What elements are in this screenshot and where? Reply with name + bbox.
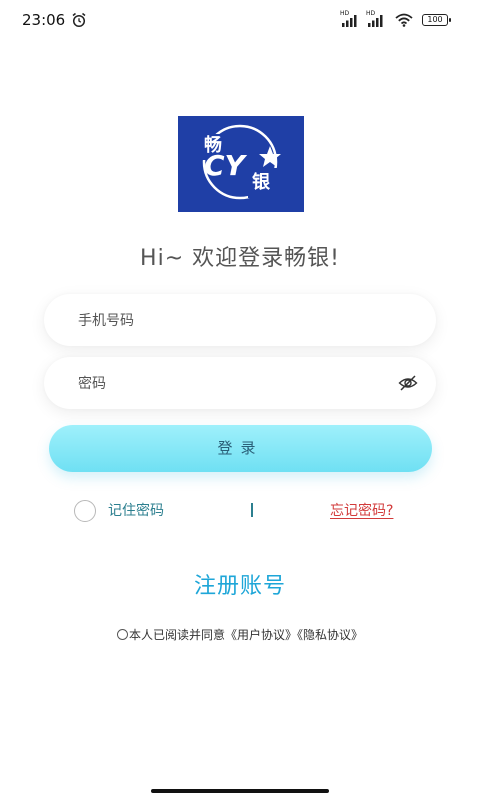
password-input[interactable] — [76, 357, 380, 411]
wifi-icon — [395, 13, 413, 27]
remember-password-label[interactable]: 记住密码 — [108, 500, 164, 522]
battery-icon: 100 — [422, 14, 451, 26]
password-field-container — [44, 357, 436, 411]
network-type-label-1: HD — [340, 10, 350, 17]
logo-text-bottom: 银 — [252, 171, 271, 193]
remember-password-checkbox[interactable] — [74, 500, 96, 522]
app-logo: 畅 CY 银 — [178, 116, 304, 212]
network-type-label-2: HD — [366, 10, 376, 17]
agreement-text: 本人已阅读并同意 — [128, 628, 225, 642]
status-bar: 23:06 HD HD 100 — [0, 0, 480, 40]
signal-strength-icon-2: HD — [366, 10, 388, 28]
logo-text-main: CY — [204, 149, 248, 182]
home-indicator[interactable] — [151, 789, 329, 793]
signal-strength-icon-1: HD — [340, 10, 362, 28]
agreement-row: 本人已阅读并同意《用户协议》《隐私协议》 — [0, 626, 480, 643]
privacy-agreement-link[interactable]: 《隐私协议》 — [297, 628, 363, 642]
agreement-checkbox[interactable] — [116, 629, 128, 640]
user-agreement-link[interactable]: 《用户协议》 — [225, 628, 297, 642]
eye-closed-icon[interactable] — [398, 374, 418, 392]
divider — [251, 503, 253, 517]
phone-input[interactable] — [76, 294, 380, 348]
forgot-password-link[interactable]: 忘记密码? — [330, 500, 393, 522]
login-button[interactable]: 登录 — [49, 425, 432, 472]
phone-field-container — [44, 294, 436, 348]
status-time: 23:06 — [22, 11, 66, 29]
welcome-title: Hi~ 欢迎登录畅银! — [140, 246, 340, 271]
register-account-link[interactable]: 注册账号 — [0, 568, 480, 600]
alarm-clock-icon — [72, 12, 86, 28]
battery-level: 100 — [427, 15, 443, 24]
